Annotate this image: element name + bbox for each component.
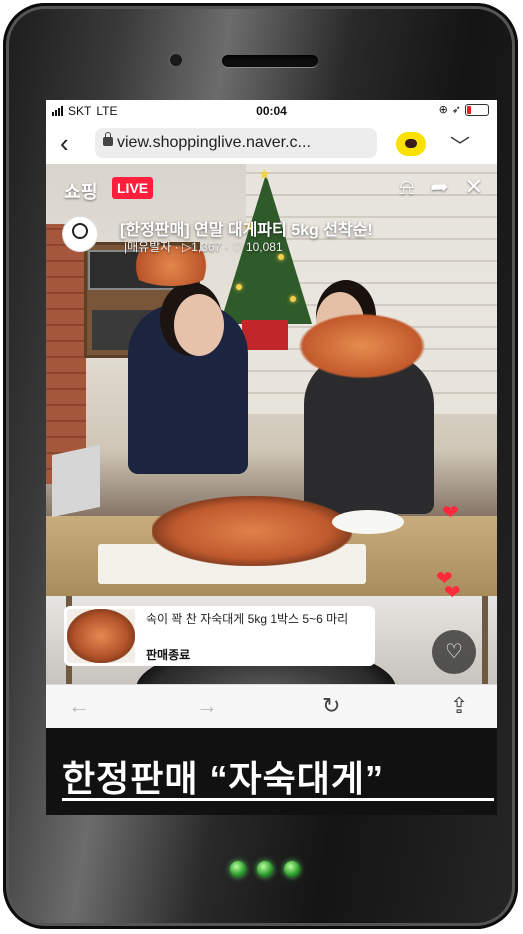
product-name: 속이 꽉 찬 자숙대게 5kg 1박스 5~6 마리 xyxy=(146,612,349,626)
lock-icon xyxy=(103,132,113,146)
status-right: ⊕ ➶ xyxy=(439,103,489,116)
url-field[interactable]: view.shoppinglive.naver.c... xyxy=(95,128,377,158)
live-title: [한정판매] 연말 대게파티 5kg 선착순! xyxy=(120,222,373,239)
shopping-logo: 쇼핑 xyxy=(64,182,99,202)
location-icon: ➶ xyxy=(451,104,461,116)
battery-icon xyxy=(465,103,489,116)
phone-screen: SKT LTE 00:04 ⊕ ➶ ‹ view.shoppinglive.na… xyxy=(46,100,497,815)
live-video[interactable]: ★ 쇼핑 LIVE ⍾ ➦ ✕ [한정판매] 연말 대게파티 5kg 선착순! … xyxy=(46,164,497,684)
address-bar: ‹ view.shoppinglive.naver.c... ﹀ xyxy=(46,122,497,164)
front-camera xyxy=(168,52,184,68)
left-brick-column xyxy=(46,224,86,484)
browser-toolbar: ← → ↻ ⇪ xyxy=(46,684,497,729)
product-thumbnail xyxy=(67,609,135,663)
product-status: 판매종료 xyxy=(146,648,191,662)
host-left-head xyxy=(174,294,224,356)
status-bar: SKT LTE 00:04 ⊕ ➶ xyxy=(46,100,497,122)
green-led xyxy=(257,861,273,877)
like-button[interactable]: ♡ xyxy=(432,630,476,674)
more-button[interactable]: ﹀ xyxy=(450,130,470,159)
gift-box xyxy=(242,320,288,350)
chevron-left-icon: ‹ xyxy=(60,128,69,158)
back-button[interactable]: ‹ xyxy=(60,128,69,158)
forward-arrow-icon[interactable]: → xyxy=(196,693,218,719)
green-led xyxy=(230,861,246,877)
crab-held-right xyxy=(292,310,432,382)
product-card[interactable]: 속이 꽉 찬 자숙대게 5kg 1박스 5~6 마리 판매종료 xyxy=(64,606,375,666)
plate xyxy=(332,510,404,534)
live-badge: LIVE xyxy=(112,177,154,199)
green-led xyxy=(284,861,300,877)
caption-text: 한정판매 “자숙대게” xyxy=(62,758,384,799)
share-upload-icon[interactable]: ⇪ xyxy=(450,693,468,719)
clock: 00:04 xyxy=(256,104,287,118)
caption-area: 한정판매 “자숙대게” xyxy=(46,728,497,815)
caption-underline xyxy=(62,798,494,801)
alarm-icon: ⊕ xyxy=(438,104,448,116)
close-icon[interactable]: ✕ xyxy=(465,174,483,200)
video-top-icons: ⍾ ➦ ✕ xyxy=(400,174,483,200)
tree-light xyxy=(236,284,242,290)
heart-icon: ❤ xyxy=(442,502,459,524)
host-avatar[interactable] xyxy=(62,216,98,252)
tree-light xyxy=(290,296,296,302)
laptop xyxy=(52,444,100,518)
back-arrow-icon[interactable]: ← xyxy=(68,693,90,719)
reload-icon[interactable]: ↻ xyxy=(322,693,340,719)
share-icon[interactable]: ➦ xyxy=(430,174,448,200)
kakao-talk-icon[interactable] xyxy=(396,132,426,156)
indicator-lights xyxy=(230,861,310,881)
heart-outline-icon: ♡ xyxy=(445,641,463,663)
url-text: view.shoppinglive.naver.c... xyxy=(117,134,311,151)
live-meta: |매유발자 · ▷1,367 · ♡ 10,081 xyxy=(124,240,283,254)
crab-pile xyxy=(152,496,352,566)
heart-icon: ❤ xyxy=(444,582,461,604)
earpiece-speaker xyxy=(222,55,318,67)
phone-frame: SKT LTE 00:04 ⊕ ➶ ‹ view.shoppinglive.na… xyxy=(3,3,518,929)
chevron-down-icon: ﹀ xyxy=(450,136,470,158)
tree-star: ★ xyxy=(258,166,271,182)
alarm-add-icon[interactable]: ⍾ xyxy=(400,174,415,200)
